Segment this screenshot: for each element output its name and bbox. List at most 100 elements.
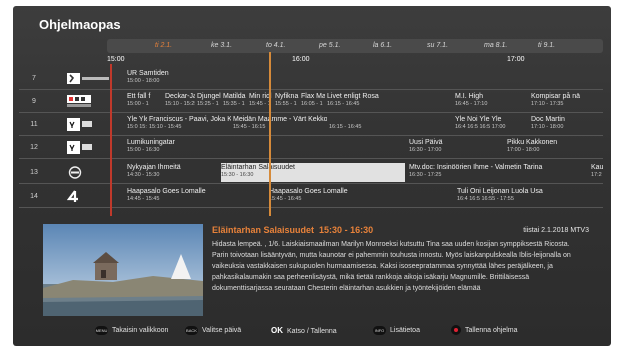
program-title: Kau xyxy=(591,164,604,171)
program-thumbnail xyxy=(43,224,203,316)
day-selector[interactable]: ti 2.1. ke 3.1. to 4.1. pe 5.1. la 6.1. su 7.… xyxy=(107,39,603,53)
footer-day-label: Valitse päivä xyxy=(202,327,242,334)
program-cell[interactable]: Deckar-Jack15:10 - 15:25 xyxy=(165,92,195,111)
program-cell[interactable]: M.I. High 16:45 - 17:10 xyxy=(455,92,529,111)
program-cell[interactable]: Nyfikna 15:55 - 1 xyxy=(275,92,299,111)
program-title: Franciscus - Paavi, Joka Kosk xyxy=(149,116,231,123)
time-label: 17:00 xyxy=(507,56,525,63)
program-time: 15:45 - 16:15 xyxy=(233,124,266,130)
program-title: Doc Martin xyxy=(531,116,565,123)
program-cell[interactable]: Haapasalo Goes Lomalle 14:45 - 15:45 xyxy=(127,187,267,206)
channel-row: 7 UR Samtiden 15:00 - 18:00 xyxy=(19,68,603,90)
mtv-4-logo-icon xyxy=(66,190,81,203)
day-tab[interactable]: ma 8.1. xyxy=(484,39,507,53)
channel-number: 13 xyxy=(30,169,38,176)
footer-record[interactable]: Tallenna ohjelma xyxy=(451,324,518,338)
program-time: 16:15 - 16:45 xyxy=(329,124,362,130)
program-time: 16:45 - 17:10 xyxy=(455,101,488,107)
menu-key-icon: MENU xyxy=(95,325,108,335)
current-time-line xyxy=(269,52,271,216)
program-time: 15:0 15:0 xyxy=(127,124,147,130)
day-tab[interactable]: su 7.1. xyxy=(427,39,448,53)
program-time: 17:2 xyxy=(591,172,602,178)
program-cell[interactable]: Franciscus - Paavi, Joka Kosk15:10 - 15:… xyxy=(149,115,231,134)
detail-program-title: Eläintarhan Salaisuudet xyxy=(212,225,315,235)
record-key-icon xyxy=(451,325,461,336)
channel-row: 9Ett fall f15:00 - 1Deckar-Jack15:10 - 1… xyxy=(19,91,603,113)
program-time: 16:4 16:5 16:5 17:00 xyxy=(455,124,506,130)
program-cell[interactable]: Djungel 15:25 - 1 xyxy=(197,92,221,111)
program-cell[interactable]: Livet enligt Rosa 16:15 - 16:45 xyxy=(327,92,453,111)
detail-program-time: 15:30 - 16:30 xyxy=(319,225,374,235)
footer-back-label: Takaisin valikkoon xyxy=(112,327,169,334)
program-time: 14:45 - 15:45 xyxy=(127,196,160,202)
program-cell[interactable]: UR Samtiden 15:00 - 18:00 xyxy=(127,69,603,88)
program-time: 17:10 - 17:35 xyxy=(531,101,564,107)
program-title: Meidän Maamme - Värt Kekkonen xyxy=(233,116,327,123)
selected-program-cell[interactable]: Eläintarhan Salaisuudet 15:30 - 16:30 xyxy=(221,163,405,182)
program-time: 15:00 - 1 xyxy=(127,101,149,107)
program-cell[interactable]: Matilda 15:35 - 1 xyxy=(223,92,247,111)
channel-number: 7 xyxy=(32,75,36,82)
program-time: 17:00 - 18:00 xyxy=(507,147,540,153)
program-title: Uusi Päivä xyxy=(409,139,443,146)
program-title: Mtv.doc: Insinöörien Ihme - Valmetin Tar… xyxy=(409,164,543,171)
program-time: 15:45 - 16:45 xyxy=(269,196,302,202)
yle-tv1-logo-icon xyxy=(67,118,93,131)
footer-info[interactable]: INFO Lisätietoa xyxy=(373,324,420,338)
program-cell[interactable]: Kompisar på nä 17:10 - 17:35 xyxy=(531,92,603,111)
day-tab[interactable]: ti 2.1. xyxy=(155,39,172,53)
footer-info-label: Lisätietoa xyxy=(390,327,420,334)
program-title: Deckar-Jack xyxy=(165,93,195,100)
info-key-icon: INFO xyxy=(373,325,386,335)
ok-key-icon: OK xyxy=(271,326,283,335)
program-cell[interactable]: Flax Ma 16:05 - 1 xyxy=(301,92,325,111)
day-tab[interactable]: ti 9.1. xyxy=(538,39,555,53)
program-cell[interactable]: 16:15 - 16:45 xyxy=(329,115,419,134)
program-time: 14:30 - 15:30 xyxy=(127,172,160,178)
program-cell[interactable]: Lumikuningatar 15:00 - 16:30 xyxy=(127,138,407,157)
program-cell[interactable]: Yle Noi Yle Yle 16:4 16:5 16:5 17:00 xyxy=(455,115,529,134)
program-time: 15:10 - 15:25 xyxy=(165,101,195,107)
day-tab[interactable]: la 6.1. xyxy=(373,39,392,53)
time-label: 16:00 xyxy=(292,56,310,63)
back-key-icon: BACK xyxy=(185,325,198,335)
footer-watch-record[interactable]: OK Katso / Tallenna xyxy=(271,324,337,339)
program-cell[interactable]: Tuli Oni Leijonan Luola Usa 16:4 16:5 16:… xyxy=(457,187,597,206)
program-title: Eläintarhan Salaisuudet xyxy=(221,164,295,171)
program-title: Haapasalo Goes Lomalle xyxy=(269,188,348,195)
program-title: Ett fall f xyxy=(127,93,151,100)
channel-row: 11 Yle Yle15:0 15:0Franciscus - Paavi, Jo… xyxy=(19,114,603,136)
program-title: Nykyajan Ihmeitä xyxy=(127,164,181,171)
day-tab[interactable]: ke 3.1. xyxy=(211,39,232,53)
detail-title: Eläintarhan Salaisuudet 15:30 - 16:30 xyxy=(212,225,373,235)
channel-row: 12 Lumikuningatar 15:00 - 16:30 Uusi Päivä 1… xyxy=(19,137,603,159)
program-time: 16:30 - 17:00 xyxy=(409,147,442,153)
channel-number: 11 xyxy=(30,121,38,128)
program-cell[interactable]: Pikku Kakkonen 17:00 - 18:00 xyxy=(507,138,603,157)
time-label: 15:00 xyxy=(107,56,125,63)
program-time: 16:4 16:5 16:55 - 17:55 xyxy=(457,196,514,202)
program-time: 15:00 - 18:00 xyxy=(127,78,160,84)
program-title: Lumikuningatar xyxy=(127,139,175,146)
program-cell[interactable]: Ett fall f 15:00 - 1 xyxy=(127,92,163,111)
day-tab[interactable]: to 4.1. xyxy=(266,39,285,53)
program-cell[interactable]: Meidän Maamme - Värt Kekkonen15:45 - 16:… xyxy=(233,115,327,134)
program-time: 15:55 - 1 xyxy=(275,101,297,107)
program-cell[interactable]: Uusi Päivä 16:30 - 17:00 xyxy=(409,138,503,157)
detail-date-channel: tiistai 2.1.2018 MTV3 xyxy=(523,227,589,234)
page-title: Ohjelmaopas xyxy=(39,17,121,32)
program-cell[interactable]: Nykyajan Ihmeitä 14:30 - 15:30 xyxy=(127,163,219,182)
footer-choose-day[interactable]: BACK Valitse päivä xyxy=(185,324,241,338)
program-cell[interactable]: Doc Martin 17:10 - 18:00 xyxy=(531,115,603,134)
program-cell[interactable]: Haapasalo Goes Lomalle 15:45 - 16:45 xyxy=(269,187,455,206)
day-tab[interactable]: pe 5.1. xyxy=(319,39,340,53)
program-cell[interactable]: Kau 17:2 xyxy=(591,163,605,182)
time-header: 15:00 16:00 17:00 xyxy=(107,56,603,67)
program-cell[interactable]: Yle Yle15:0 15:0 xyxy=(127,115,147,134)
footer-back[interactable]: MENU Takaisin valikkoon xyxy=(95,324,168,338)
program-time: 16:30 - 17:25 xyxy=(409,172,442,178)
program-title: Pikku Kakkonen xyxy=(507,139,558,146)
program-cell[interactable]: Mtv.doc: Insinöörien Ihme - Valmetin Tar… xyxy=(409,163,589,182)
program-title: Livet enligt Rosa xyxy=(327,93,379,100)
